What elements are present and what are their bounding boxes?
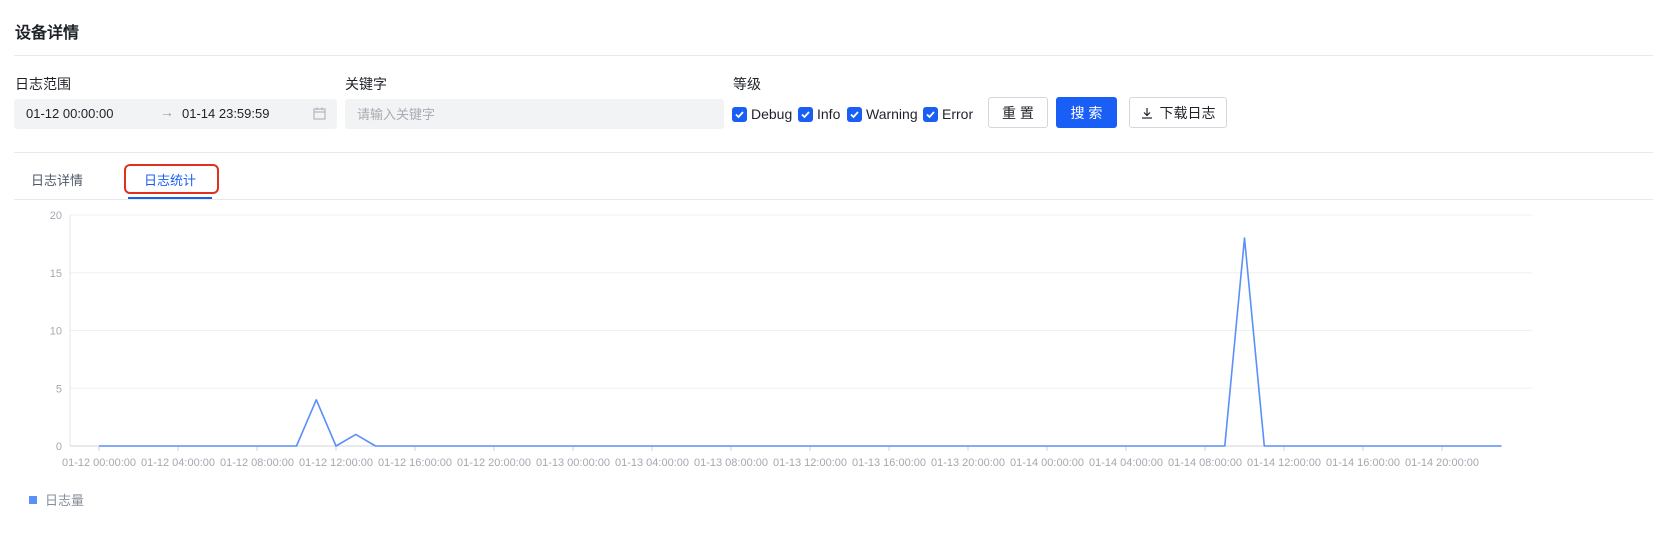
date-separator-arrow: → <box>160 104 174 120</box>
series-line-log-volume <box>99 237 1502 447</box>
x-tick-label: 01-14 04:00:00 <box>1089 457 1163 469</box>
download-logs-button[interactable]: 下载日志 <box>1129 97 1227 128</box>
level-checkbox-info[interactable]: Info <box>798 105 840 123</box>
search-button[interactable]: 搜 索 <box>1056 97 1117 128</box>
legend-label: 日志量 <box>45 493 85 508</box>
y-tick-label: 10 <box>50 326 62 338</box>
level-label-debug: Debug <box>751 106 793 122</box>
x-tick-label: 01-13 00:00:00 <box>536 457 610 469</box>
y-tick-label: 20 <box>50 210 62 222</box>
keyword-label: 关键字 <box>345 76 387 92</box>
level-checkbox-error[interactable]: Error <box>923 105 973 123</box>
reset-button[interactable]: 重 置 <box>988 97 1048 128</box>
level-label-error: Error <box>942 106 974 122</box>
level-checkbox-debug[interactable]: Debug <box>732 105 792 123</box>
chart-legend[interactable]: 日志量 <box>29 490 84 509</box>
date-start[interactable]: 01-12 00:00:00 <box>26 106 113 121</box>
x-tick-label: 01-12 16:00:00 <box>378 457 452 469</box>
date-range-label: 日志范围 <box>15 76 71 92</box>
download-icon <box>1141 107 1153 119</box>
y-tick-label: 15 <box>50 268 62 280</box>
level-checkbox-warning[interactable]: Warning <box>847 105 918 123</box>
level-label-warning: Warning <box>866 106 918 122</box>
y-tick-label: 0 <box>56 441 62 453</box>
checkbox-checked-icon[interactable] <box>923 106 938 122</box>
filter-divider <box>14 152 1653 153</box>
highlight-annotation-box <box>124 164 219 194</box>
keyword-input[interactable] <box>345 99 724 129</box>
level-label-info: Info <box>817 106 841 122</box>
log-volume-line-chart: 0 5 10 15 20 01-12 00:00:00 01-12 04:00:00 01-1… <box>50 210 1532 469</box>
x-tick-label: 01-12 00:00:00 <box>62 457 136 469</box>
x-tick-label: 01-14 00:00:00 <box>1010 457 1084 469</box>
tab-log-details[interactable]: 日志详情 <box>31 170 83 189</box>
x-tick-label: 01-13 20:00:00 <box>931 457 1005 469</box>
calendar-icon[interactable] <box>313 107 326 120</box>
x-tick-label: 01-12 12:00:00 <box>299 457 373 469</box>
checkbox-checked-icon[interactable] <box>798 106 813 122</box>
checkbox-checked-icon[interactable] <box>732 106 747 122</box>
checkbox-checked-icon[interactable] <box>847 106 862 122</box>
tabs-divider <box>14 199 1653 200</box>
page-title: 设备详情 <box>15 25 80 42</box>
legend-swatch <box>29 495 37 504</box>
x-tick-label: 01-13 16:00:00 <box>852 457 926 469</box>
x-tick-label: 01-13 08:00:00 <box>694 457 768 469</box>
x-tick-label: 01-14 12:00:00 <box>1247 457 1321 469</box>
header-divider <box>14 55 1653 56</box>
x-tick-label: 01-14 20:00:00 <box>1405 457 1479 469</box>
date-range-picker[interactable]: 01-12 00:00:00 → 01-14 23:59:59 <box>14 99 337 129</box>
x-tick-label: 01-13 04:00:00 <box>615 457 689 469</box>
date-end[interactable]: 01-14 23:59:59 <box>182 106 269 121</box>
download-label: 下载日志 <box>1159 104 1216 121</box>
x-tick-label: 01-12 04:00:00 <box>141 457 215 469</box>
y-tick-label: 5 <box>56 383 62 395</box>
x-tick-label: 01-12 08:00:00 <box>220 457 294 469</box>
x-tick-label: 01-14 16:00:00 <box>1326 457 1400 469</box>
x-tick-label: 01-14 08:00:00 <box>1168 457 1242 469</box>
x-tick-label: 01-13 12:00:00 <box>773 457 847 469</box>
level-label: 等级 <box>733 76 761 92</box>
x-tick-label: 01-12 20:00:00 <box>457 457 531 469</box>
